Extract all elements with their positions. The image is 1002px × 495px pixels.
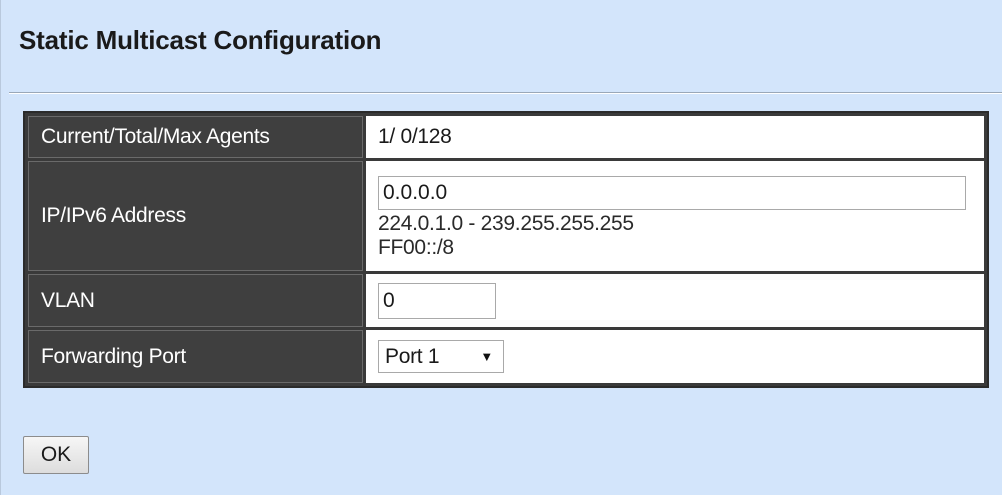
vlan-cell xyxy=(366,274,984,327)
title-divider xyxy=(9,92,1002,94)
ip-address-input[interactable] xyxy=(378,175,966,210)
chevron-down-icon: ▼ xyxy=(480,349,493,364)
table-row-agents: Current/Total/Max Agents 1/ 0/128 xyxy=(28,116,984,158)
vlan-label: VLAN xyxy=(28,274,363,327)
config-panel: Static Multicast Configuration Current/T… xyxy=(0,0,1002,495)
ip-address-label: IP/IPv6 Address xyxy=(28,161,363,271)
ipv4-range-hint: 224.0.1.0 - 239.255.255.255 xyxy=(378,211,634,235)
forwarding-port-label: Forwarding Port xyxy=(28,330,363,383)
table-row-ip: IP/IPv6 Address 224.0.1.0 - 239.255.255.… xyxy=(28,161,984,271)
forwarding-port-selected: Port 1 xyxy=(385,344,440,368)
agents-value: 1/ 0/128 xyxy=(366,116,984,158)
forwarding-port-select[interactable]: Port 1 ▼ xyxy=(378,340,504,373)
vlan-input[interactable] xyxy=(378,282,496,319)
table-row-forwarding-port: Forwarding Port Port 1 ▼ xyxy=(28,330,984,383)
forwarding-port-cell: Port 1 ▼ xyxy=(366,330,984,383)
ip-address-cell: 224.0.1.0 - 239.255.255.255 FF00::/8 xyxy=(366,161,984,271)
config-table: Current/Total/Max Agents 1/ 0/128 IP/IPv… xyxy=(23,111,989,388)
ok-button[interactable]: OK xyxy=(23,436,89,474)
ipv6-range-hint: FF00::/8 xyxy=(378,235,454,259)
agents-label: Current/Total/Max Agents xyxy=(28,116,363,158)
table-row-vlan: VLAN xyxy=(28,274,984,327)
page-title: Static Multicast Configuration xyxy=(19,25,382,55)
